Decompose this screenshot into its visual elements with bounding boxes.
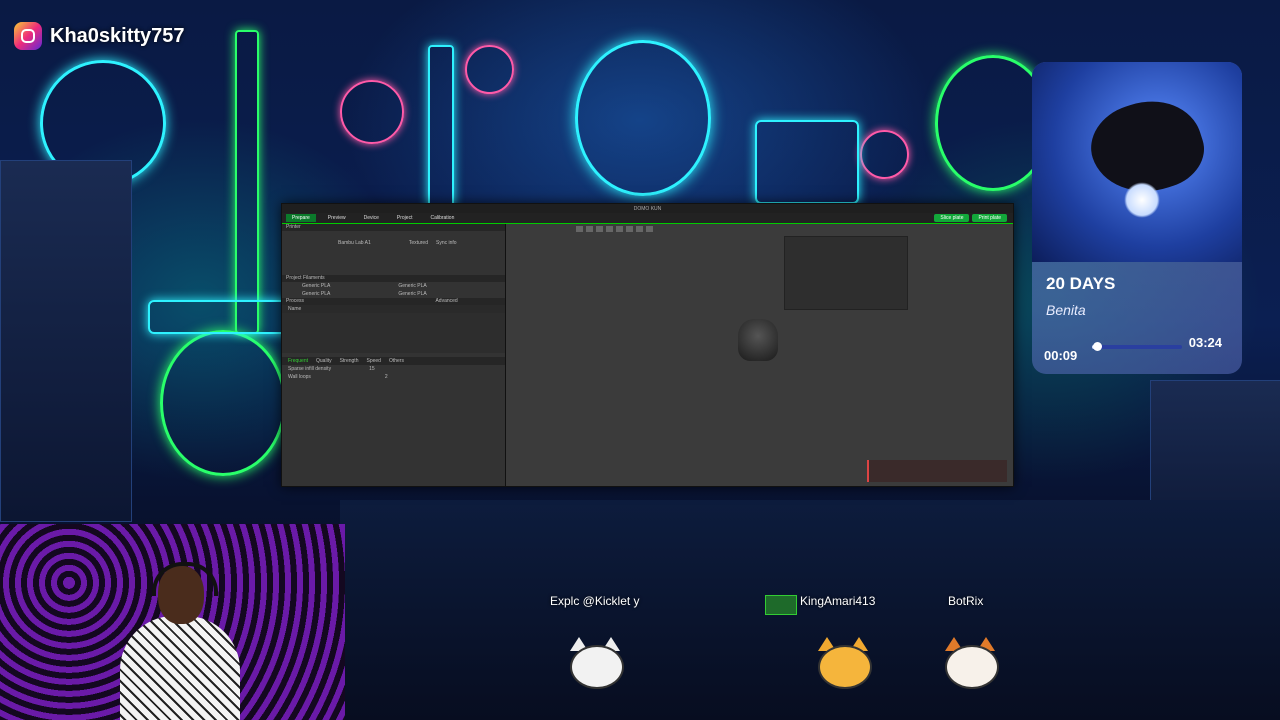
cat-mascot-2 xyxy=(808,635,878,705)
grid-icon[interactable] xyxy=(586,226,593,232)
app-title: DOMO KUN xyxy=(633,205,662,212)
tab-calibration[interactable]: Calibration xyxy=(424,214,460,222)
filament-row-1[interactable]: Generic PLA Generic PLA xyxy=(282,282,505,290)
app-titlebar: DOMO KUN xyxy=(282,204,1013,213)
sparse-infill-input[interactable]: 15 xyxy=(369,365,375,373)
song-artist: Benita xyxy=(1046,302,1086,318)
chatbot-chip-icon xyxy=(765,595,797,615)
streamer xyxy=(120,556,240,720)
object-list-header: Name xyxy=(282,305,505,313)
wall-loops-label: Wall loops xyxy=(288,374,311,380)
sparse-infill-label: Sparse infill density xyxy=(288,366,332,372)
cut-icon[interactable] xyxy=(646,226,653,232)
song-title: 20 DAYS xyxy=(1046,274,1116,293)
neon-flower-2 xyxy=(465,45,514,94)
album-art xyxy=(1032,62,1242,262)
streamer-hoodie xyxy=(120,616,240,720)
process-section-header: Process Advanced xyxy=(282,298,505,305)
print-plate-button[interactable]: Print plate xyxy=(972,214,1007,222)
add-object-icon[interactable] xyxy=(576,226,583,232)
album-art-orb xyxy=(1124,182,1160,218)
printer-section-header: Printer xyxy=(282,224,505,231)
3d-viewport[interactable] xyxy=(506,224,1013,486)
slice-plate-button[interactable]: Slice plate xyxy=(934,214,970,222)
project-filaments-header: Project Filaments xyxy=(282,275,505,282)
sparse-infill-row: Sparse infill density 15 xyxy=(282,365,505,373)
left-settings-panel: Printer Bambu Lab A1 Textured Sync info … xyxy=(282,224,506,486)
move-icon[interactable] xyxy=(616,226,623,232)
filament-1-name: Generic PLA xyxy=(302,283,331,289)
shelf-left xyxy=(0,160,132,522)
neon-flower-1 xyxy=(340,80,404,144)
advanced-toggle-label[interactable]: Advanced xyxy=(435,298,457,304)
song-progress-knob xyxy=(1092,342,1102,351)
tab-prepare[interactable]: Prepare xyxy=(286,214,316,222)
viewport-toolbar xyxy=(506,224,1013,234)
webcam-feed xyxy=(0,524,345,720)
arrange-icon[interactable] xyxy=(606,226,613,232)
filament-2-name: Generic PLA xyxy=(398,283,427,289)
sync-info-button[interactable]: Sync info xyxy=(436,239,457,247)
neon-cat-lower-left xyxy=(160,330,286,476)
song-elapsed-time: 00:09 xyxy=(1044,348,1078,363)
chatbot-label-3: BotRix xyxy=(948,594,984,608)
instagram-username: Kha0skitty757 xyxy=(50,24,185,47)
orient-icon[interactable] xyxy=(596,226,603,232)
process-tab-others[interactable]: Others xyxy=(389,357,404,365)
wall-loops-row: Wall loops 2 xyxy=(282,373,505,381)
neon-flower-3 xyxy=(860,130,909,179)
filament-4-name: Generic PLA xyxy=(398,291,427,297)
neon-cat-center xyxy=(575,40,711,196)
printer-row: Bambu Lab A1 Textured Sync info xyxy=(282,231,505,255)
neon-tower-left xyxy=(235,30,259,334)
object-list-name-col: Name xyxy=(288,306,302,312)
process-tab-frequent[interactable]: Frequent xyxy=(288,357,308,365)
instagram-icon xyxy=(14,22,42,50)
chatbot-label-1: Explc @Kicklet y xyxy=(550,594,640,608)
process-tab-quality[interactable]: Quality xyxy=(316,357,332,365)
wall-loops-input[interactable]: 2 xyxy=(385,373,388,381)
object-info-box xyxy=(867,460,1007,482)
slicer-app-window: DOMO KUN Prepare Preview Device Project … xyxy=(281,203,1014,487)
filament-row-2[interactable]: Generic PLA Generic PLA xyxy=(282,290,505,298)
tab-project[interactable]: Project xyxy=(391,214,419,222)
neon-tower-center xyxy=(428,45,454,209)
tab-device[interactable]: Device xyxy=(358,214,385,222)
chatbot-label-2: KingAmari413 xyxy=(800,594,876,608)
filament-3-name: Generic PLA xyxy=(302,291,331,297)
process-label: Process xyxy=(286,298,305,304)
headset xyxy=(152,562,218,596)
process-tabs: Frequent Quality Strength Speed Others xyxy=(282,357,505,365)
now-playing-card: 20 DAYS Benita 03:24 00:09 xyxy=(1032,62,1242,374)
printer-name[interactable]: Bambu Lab A1 xyxy=(338,239,371,247)
color-painting-popup[interactable] xyxy=(784,236,908,310)
scale-icon[interactable] xyxy=(636,226,643,232)
tab-preview[interactable]: Preview xyxy=(322,214,352,222)
app-tab-bar: Prepare Preview Device Project Calibrati… xyxy=(282,213,1013,224)
plate-type[interactable]: Textured xyxy=(409,239,428,247)
neon-sign-tokuyo xyxy=(148,300,292,334)
rotate-icon[interactable] xyxy=(626,226,633,232)
neon-sign-shikyo xyxy=(755,120,859,204)
cat-mascot-3 xyxy=(935,635,1005,705)
cat-mascot-1 xyxy=(560,635,630,705)
song-total-time: 03:24 xyxy=(1188,335,1222,350)
instagram-handle: Kha0skitty757 xyxy=(14,22,185,50)
object-list[interactable] xyxy=(282,313,505,353)
process-tab-speed[interactable]: Speed xyxy=(366,357,380,365)
domo-kun-model[interactable] xyxy=(738,319,778,361)
process-tab-strength[interactable]: Strength xyxy=(340,357,359,365)
song-progress-bar xyxy=(1092,342,1182,351)
